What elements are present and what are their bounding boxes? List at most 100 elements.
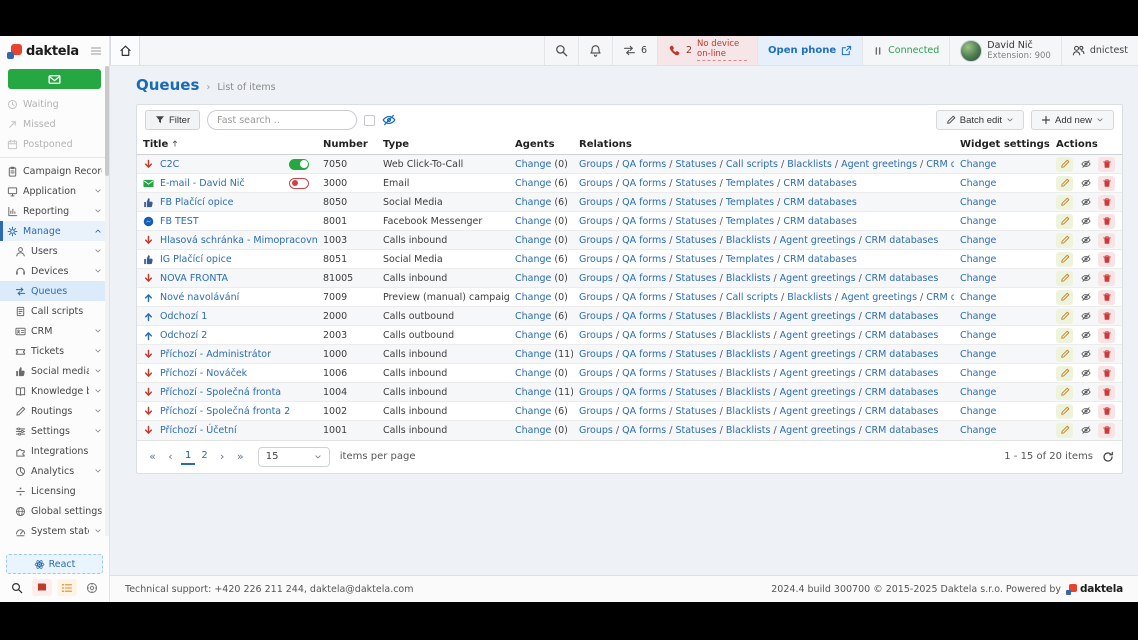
relation-link-agent-greetings[interactable]: Agent greetings: [780, 387, 856, 398]
open-phone-button[interactable]: Open phone: [757, 36, 862, 65]
sidebar-item-system-state[interactable]: System state: [0, 521, 109, 541]
relation-link-qa-forms[interactable]: QA forms: [622, 273, 666, 284]
queue-title-link[interactable]: Příchozí - Nováček: [160, 368, 247, 379]
relation-link-groups[interactable]: Groups: [579, 254, 613, 265]
relation-link-crm-databases[interactable]: CRM databases: [865, 330, 938, 341]
hide-action-button[interactable]: [1077, 309, 1094, 324]
relation-link-templates[interactable]: Templates: [726, 178, 774, 189]
relation-link-crm-databases[interactable]: CRM databases: [926, 292, 954, 303]
sidebar-item-tickets[interactable]: Tickets: [0, 341, 109, 361]
react-switch-button[interactable]: React: [6, 554, 103, 574]
sidebar-item-reporting[interactable]: Reporting: [0, 201, 109, 221]
sidebar-item-queues[interactable]: Queues: [0, 281, 109, 301]
widget-change-link[interactable]: Change: [960, 235, 996, 246]
relation-link-call-scripts[interactable]: Call scripts: [726, 292, 778, 303]
sidebar-item-social-media[interactable]: Social media: [0, 361, 109, 381]
relation-link-crm-databases[interactable]: CRM databases: [865, 349, 938, 360]
relation-link-crm-databases[interactable]: CRM databases: [865, 235, 938, 246]
agents-change-link[interactable]: Change: [515, 235, 551, 246]
agents-change-link[interactable]: Change: [515, 425, 551, 436]
widget-change-link[interactable]: Change: [960, 197, 996, 208]
relation-link-agent-greetings[interactable]: Agent greetings: [780, 273, 856, 284]
relation-link-groups[interactable]: Groups: [579, 425, 613, 436]
hide-action-button[interactable]: [1077, 385, 1094, 400]
relation-link-crm-databases[interactable]: CRM databases: [865, 368, 938, 379]
relation-link-crm-databases[interactable]: CRM databases: [926, 159, 954, 170]
page-title[interactable]: Queues: [136, 76, 199, 94]
delete-action-button[interactable]: [1098, 214, 1115, 229]
hide-action-button[interactable]: [1077, 328, 1094, 343]
page-button-2[interactable]: 2: [197, 449, 211, 465]
page-button-1[interactable]: 1: [181, 449, 195, 465]
queue-toggle-on[interactable]: [289, 159, 309, 170]
hide-action-button[interactable]: [1077, 252, 1094, 267]
relation-link-crm-databases[interactable]: CRM databases: [783, 216, 856, 227]
queue-title-link[interactable]: NOVA FRONTA: [160, 273, 228, 284]
first-page-button[interactable]: «: [145, 449, 160, 465]
delete-action-button[interactable]: [1098, 157, 1115, 172]
relation-link-qa-forms[interactable]: QA forms: [622, 159, 666, 170]
sidebar-item-knowledge-base[interactable]: Knowledge base: [0, 381, 109, 401]
queue-title-link[interactable]: Hlasová schránka - Mimopracovní: [160, 235, 317, 246]
relation-link-statuses[interactable]: Statuses: [675, 292, 716, 303]
widget-change-link[interactable]: Change: [960, 425, 996, 436]
items-per-page-select[interactable]: 15: [258, 447, 330, 467]
agents-change-link[interactable]: Change: [515, 349, 551, 360]
sidebar-item-crm[interactable]: CRM: [0, 321, 109, 341]
delete-action-button[interactable]: [1098, 195, 1115, 210]
agents-change-link[interactable]: Change: [515, 368, 551, 379]
add-new-button[interactable]: Add new: [1031, 110, 1114, 130]
hide-action-button[interactable]: [1077, 176, 1094, 191]
relation-link-crm-databases[interactable]: CRM databases: [865, 311, 938, 322]
sidebar-item-devices[interactable]: Devices: [0, 261, 109, 281]
relation-link-groups[interactable]: Groups: [579, 349, 613, 360]
eye-off-icon[interactable]: [382, 113, 396, 127]
agents-change-link[interactable]: Change: [515, 159, 551, 170]
relation-link-blacklists[interactable]: Blacklists: [726, 235, 771, 246]
connection-status[interactable]: Connected: [862, 36, 949, 65]
delete-action-button[interactable]: [1098, 328, 1115, 343]
delete-action-button[interactable]: [1098, 290, 1115, 305]
user-menu[interactable]: David Nič Extension: 900: [949, 36, 1061, 65]
relation-link-blacklists[interactable]: Blacklists: [787, 292, 832, 303]
queue-title-link[interactable]: Příchozí - Účetní: [160, 425, 237, 436]
edit-action-button[interactable]: [1056, 252, 1073, 267]
relation-link-qa-forms[interactable]: QA forms: [622, 216, 666, 227]
relation-link-blacklists[interactable]: Blacklists: [726, 330, 771, 341]
agents-change-link[interactable]: Change: [515, 273, 551, 284]
sidebar-item-missed[interactable]: Missed: [0, 114, 109, 134]
delete-action-button[interactable]: [1098, 385, 1115, 400]
relation-link-call-scripts[interactable]: Call scripts: [726, 159, 778, 170]
queue-title-link[interactable]: Příchozí - Administrátor: [160, 349, 271, 360]
relation-link-crm-databases[interactable]: CRM databases: [865, 406, 938, 417]
footer-brand[interactable]: daktela: [1066, 583, 1123, 595]
relation-link-crm-databases[interactable]: CRM databases: [865, 387, 938, 398]
relation-link-templates[interactable]: Templates: [726, 254, 774, 265]
agents-change-link[interactable]: Change: [515, 197, 551, 208]
sidebar-item-analytics[interactable]: Analytics: [0, 461, 109, 481]
agents-change-link[interactable]: Change: [515, 216, 551, 227]
sidebar-search-button[interactable]: [7, 579, 27, 596]
sidebar-item-waiting[interactable]: Waiting: [0, 94, 109, 114]
sidebar-item-users[interactable]: Users: [0, 241, 109, 261]
delete-action-button[interactable]: [1098, 252, 1115, 267]
delete-action-button[interactable]: [1098, 366, 1115, 381]
relation-link-statuses[interactable]: Statuses: [675, 349, 716, 360]
queue-title-link[interactable]: Odchozí 2: [160, 330, 207, 341]
queue-title-link[interactable]: Nové navolávání: [160, 292, 239, 303]
edit-action-button[interactable]: [1056, 233, 1073, 248]
changelog-button[interactable]: [57, 579, 77, 596]
device-alert[interactable]: 2 No device on-line: [657, 36, 757, 65]
relation-link-groups[interactable]: Groups: [579, 159, 613, 170]
delete-action-button[interactable]: [1098, 404, 1115, 419]
delete-action-button[interactable]: [1098, 423, 1115, 438]
hide-action-button[interactable]: [1077, 214, 1094, 229]
sidebar-item-postponed[interactable]: Postponed: [0, 134, 109, 154]
widget-change-link[interactable]: Change: [960, 178, 996, 189]
relation-link-agent-greetings[interactable]: Agent greetings: [780, 330, 856, 341]
relation-link-statuses[interactable]: Statuses: [675, 368, 716, 379]
relation-link-statuses[interactable]: Statuses: [675, 330, 716, 341]
relation-link-qa-forms[interactable]: QA forms: [622, 197, 666, 208]
menu-toggle-icon[interactable]: [90, 45, 102, 57]
agents-change-link[interactable]: Change: [515, 387, 551, 398]
